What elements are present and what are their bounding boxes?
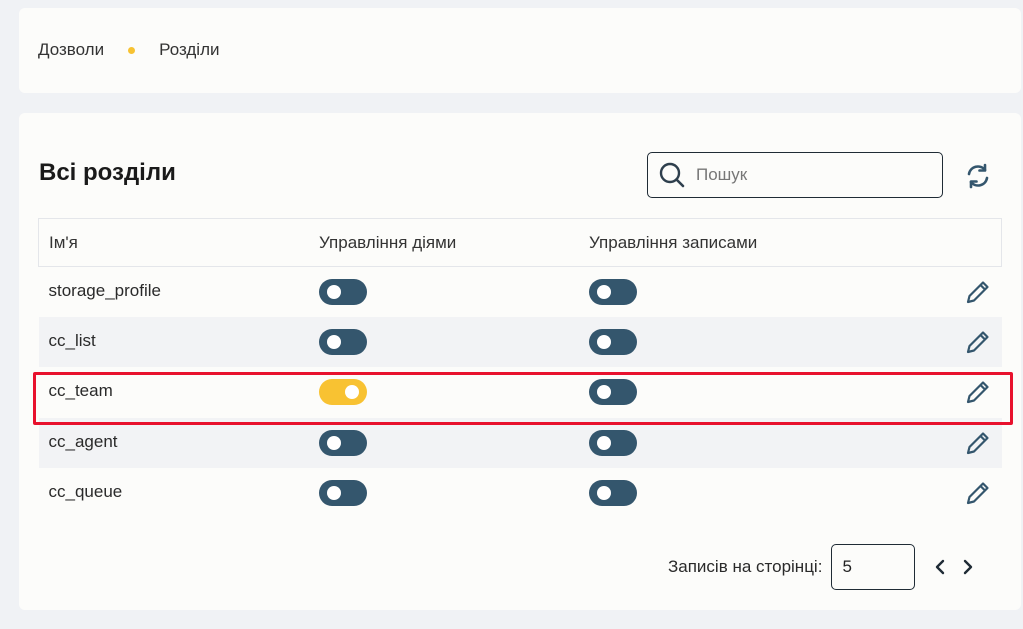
pagination: Записів на сторінці: [668, 544, 975, 590]
table-row: storage_profile [39, 267, 1002, 317]
column-header-actions[interactable]: Управління діями [309, 218, 579, 267]
table-header-row: Ім'я Управління діями Управління записам… [38, 218, 1002, 267]
chevron-left-icon [936, 559, 945, 575]
edit-button[interactable] [964, 479, 992, 507]
table-row: cc_team [39, 367, 1002, 417]
pencil-icon [966, 432, 989, 454]
breadcrumb: Дозволи Розділи [38, 40, 220, 60]
row-name: cc_team [48, 381, 113, 401]
sections-table: Ім'я Управління діями Управління записам… [38, 218, 1002, 518]
edit-button[interactable] [964, 278, 992, 306]
table-row: cc_list [38, 316, 1002, 368]
breadcrumb-item-sections: Розділи [159, 40, 220, 59]
page-title: Всі розділи [39, 159, 176, 186]
actions-toggle[interactable] [319, 379, 367, 406]
toggle-knob [597, 435, 611, 450]
toggle-knob [327, 486, 341, 501]
toggle-knob [597, 385, 611, 400]
actions-toggle[interactable] [319, 480, 367, 507]
actions-toggle[interactable] [319, 429, 367, 456]
edit-button[interactable] [964, 328, 992, 356]
toggle-knob [597, 285, 611, 299]
column-header-edit [939, 218, 1002, 267]
records-toggle[interactable] [589, 379, 637, 406]
breadcrumb-separator-dot [128, 46, 136, 54]
toggle-knob [327, 334, 341, 349]
page-size-input[interactable] [831, 544, 916, 590]
records-toggle[interactable] [589, 279, 637, 305]
records-toggle[interactable] [589, 480, 637, 507]
edit-button[interactable] [964, 378, 992, 406]
search-box[interactable] [647, 152, 943, 198]
actions-toggle[interactable] [319, 279, 367, 305]
prev-page-button[interactable] [933, 558, 947, 576]
pencil-icon [966, 331, 989, 353]
refresh-icon [967, 163, 989, 189]
column-header-name[interactable]: Ім'я [38, 218, 309, 267]
breadcrumb-item-permissions[interactable]: Дозволи [38, 40, 104, 60]
sections-card: Всі розділи Ім'я Управління діями Управл… [19, 113, 1021, 610]
page-nav [933, 558, 975, 576]
pencil-icon [966, 482, 989, 505]
row-name: cc_agent [48, 431, 118, 451]
records-toggle[interactable] [589, 429, 637, 456]
edit-button[interactable] [964, 429, 992, 457]
table-row: cc_queue [39, 468, 1002, 518]
breadcrumb-card: Дозволи Розділи [19, 8, 1021, 93]
pencil-icon [966, 381, 989, 404]
toggle-knob [327, 285, 341, 299]
search-input[interactable] [694, 164, 928, 186]
refresh-button[interactable] [963, 161, 993, 191]
column-header-records[interactable]: Управління записами [579, 218, 939, 267]
toggle-knob [327, 435, 341, 450]
chevron-right-icon [964, 559, 973, 575]
search-icon [658, 161, 686, 189]
actions-toggle[interactable] [319, 328, 367, 355]
next-page-button[interactable] [961, 558, 975, 576]
row-name: cc_list [48, 330, 96, 350]
pencil-icon [966, 281, 989, 304]
row-name: storage_profile [48, 281, 161, 300]
toggle-knob [345, 385, 359, 400]
row-name: cc_queue [48, 482, 123, 502]
toggle-knob [597, 486, 611, 501]
page-size-label: Записів на сторінці: [668, 557, 823, 576]
records-toggle[interactable] [589, 328, 637, 355]
table-row: cc_agent [38, 417, 1002, 469]
toggle-knob [597, 334, 611, 349]
